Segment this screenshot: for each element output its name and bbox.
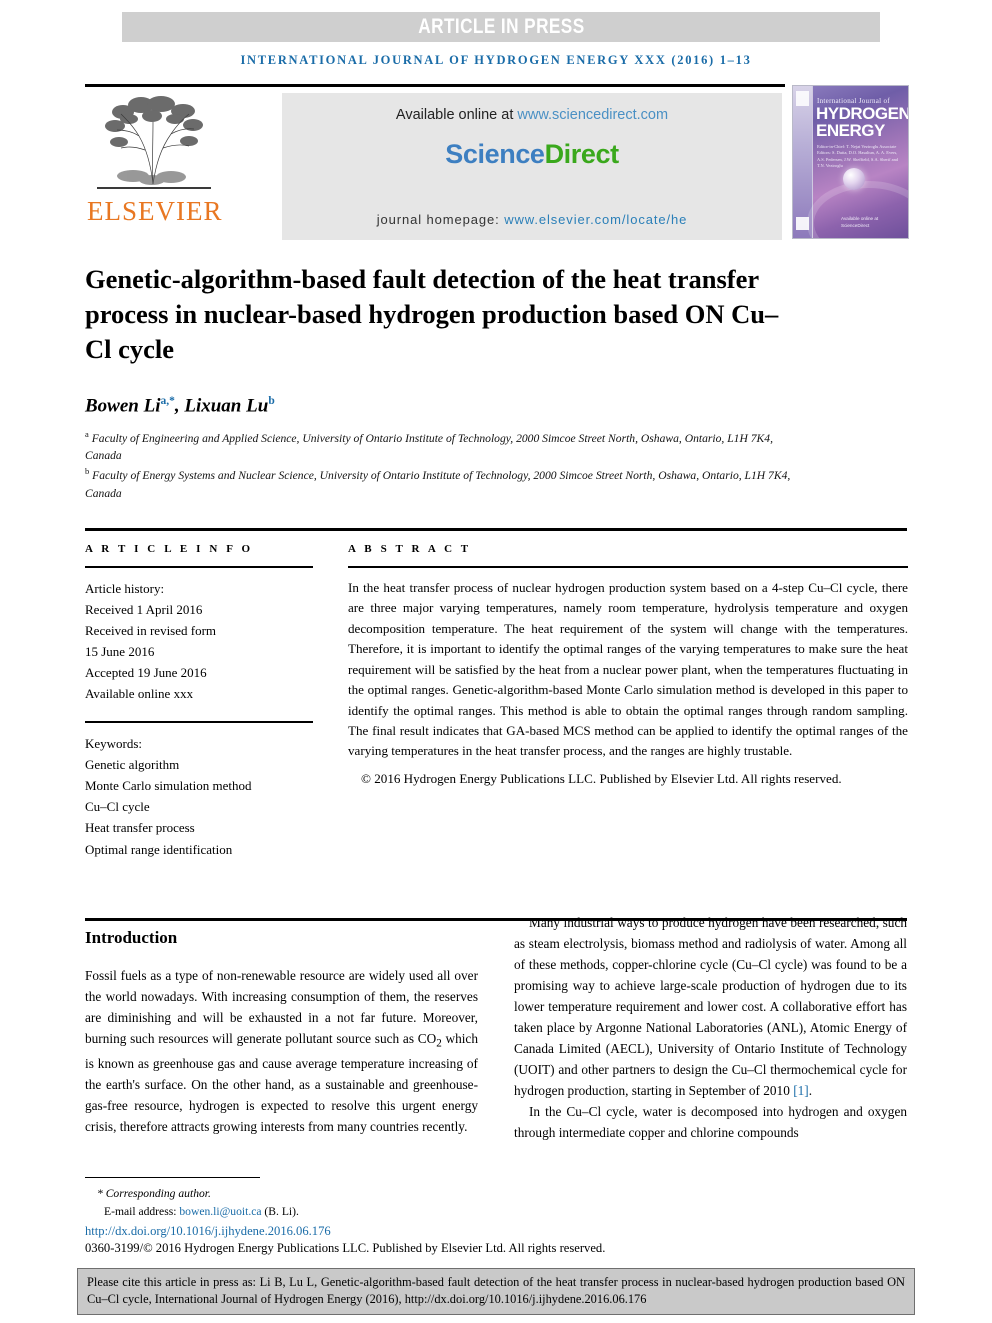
cover-elsevier-icon	[796, 91, 809, 106]
article-info-heading: A R T I C L E I N F O	[85, 543, 254, 555]
article-history-item: Available online xxx	[85, 686, 194, 702]
author-name-1: Bowen Li	[85, 395, 161, 417]
elsevier-logo: ELSEVIER	[85, 92, 222, 240]
journal-homepage-label: journal homepage:	[376, 212, 500, 227]
section-heading-introduction: Introduction	[85, 928, 178, 947]
email-link[interactable]: bowen.li@uoit.ca	[179, 1205, 261, 1218]
abstract-section: A B S T R A C T In the heat transfer pro…	[348, 543, 908, 789]
sciencedirect-logo-science: Science	[445, 139, 545, 169]
article-history-block: Article history: Received 1 April 2016 R…	[85, 578, 313, 704]
keyword-item: Cu–Cl cycle	[85, 799, 150, 815]
page-title: Genetic-algorithm-based fault detection …	[85, 264, 779, 365]
affiliation-mark-b: b	[85, 466, 90, 477]
keyword-item: Genetic algorithm	[85, 757, 180, 773]
doi-link[interactable]: http://dx.doi.org/10.1016/j.ijhydene.201…	[85, 1224, 331, 1239]
affiliations: a Faculty of Engineering and Applied Sci…	[85, 428, 805, 502]
masthead-rule	[85, 84, 785, 87]
footnote-block: * Corresponding author. E-mail address: …	[85, 1185, 505, 1222]
article-history-item: Received 1 April 2016	[85, 602, 203, 618]
cover-title-energy: ENERGY	[816, 121, 885, 140]
keywords-label: Keywords:	[85, 736, 143, 752]
available-online-line: Available online at www.sciencedirect.co…	[282, 107, 782, 123]
abstract-rule	[348, 566, 908, 568]
journal-running-head: INTERNATIONAL JOURNAL OF HYDROGEN ENERGY…	[240, 52, 752, 68]
sciencedirect-logo-direct: Direct	[544, 139, 620, 169]
sciencedirect-panel: Available online at www.sciencedirect.co…	[282, 93, 782, 240]
keyword-item: Heat transfer process	[85, 820, 195, 836]
abstract-heading: A B S T R A C T	[348, 543, 472, 555]
cover-orb-decoration	[843, 168, 865, 190]
keywords-rule	[85, 721, 313, 724]
body-column-right: Many industrial ways to produce hydrogen…	[514, 912, 907, 1143]
cover-sciencedirect-mark: Available online at ScienceDirect	[841, 216, 879, 229]
sciencedirect-url-link[interactable]: www.sciencedirect.com	[517, 107, 668, 123]
article-history-item: Received in revised form	[85, 623, 217, 639]
article-info-rule	[85, 566, 313, 568]
keyword-item: Monte Carlo simulation method	[85, 778, 252, 794]
affiliation-a: a Faculty of Engineering and Applied Sci…	[85, 428, 805, 465]
article-info-section: A R T I C L E I N F O Article history: R…	[85, 543, 313, 860]
available-online-label: Available online at	[395, 107, 514, 123]
keywords-block: Keywords: Genetic algorithm Monte Carlo …	[85, 733, 313, 859]
body-paragraph: Many industrial ways to produce hydrogen…	[514, 912, 907, 1101]
article-history-item: 15 June 2016	[85, 644, 155, 660]
body-paragraph-text: In the Cu–Cl cycle, water is decomposed …	[514, 1104, 907, 1140]
issn-copyright-line: 0360-3199/© 2016 Hydrogen Energy Publica…	[85, 1241, 606, 1255]
email-label: E-mail address:	[104, 1205, 177, 1219]
article-in-press-banner: ARTICLE IN PRESS	[122, 12, 880, 42]
article-in-press-label: ARTICLE IN PRESS	[417, 15, 585, 38]
paper-page: ARTICLE IN PRESS INTERNATIONAL JOURNAL O…	[0, 0, 992, 1323]
journal-cover-image: International Journal of HYDROGEN ENERGY…	[792, 85, 909, 239]
keyword-item: Optimal range identification	[85, 841, 233, 857]
cover-editors: Editor-in-Chief: T. Nejat Veziroglu Asso…	[817, 144, 898, 169]
body-paragraph-text: Fossil fuels as a type of non-renewable …	[85, 968, 478, 1135]
body-paragraph: Fossil fuels as a type of non-renewable …	[85, 965, 478, 1137]
author-marks-2: b	[268, 395, 275, 407]
masthead: ELSEVIER Available online at www.science…	[85, 84, 909, 240]
citation-notice-box: Please cite this article in press as: Li…	[77, 1268, 915, 1315]
abstract-copyright: © 2016 Hydrogen Energy Publications LLC.…	[361, 770, 842, 786]
info-section-top-rule	[85, 528, 907, 531]
body-paragraph-tail: .	[808, 1083, 813, 1098]
affiliation-text-a: Faculty of Engineering and Applied Scien…	[85, 431, 773, 463]
affiliation-b: b Faculty of Energy Systems and Nuclear …	[85, 465, 805, 502]
affiliation-text-b: Faculty of Energy Systems and Nuclear Sc…	[85, 468, 791, 500]
citation-notice-text: Please cite this article in press as: Li…	[87, 1275, 905, 1306]
sciencedirect-logo: ScienceDirect	[282, 139, 782, 170]
author-marks-1: a,*	[160, 395, 175, 407]
elsevier-wordmark: ELSEVIER	[87, 196, 223, 226]
article-history-label: Article history:	[85, 581, 165, 596]
body-paragraph-text: Many industrial ways to produce hydrogen…	[514, 915, 907, 1098]
author-name-2: Lixuan Lu	[184, 395, 269, 417]
body-column-left: Introduction Fossil fuels as a type of n…	[85, 928, 478, 1137]
email-line: E-mail address: bowen.li@uoit.ca (B. Li)…	[85, 1203, 505, 1221]
corresponding-author-note: * Corresponding author.	[97, 1187, 211, 1200]
footnote-rule	[85, 1177, 260, 1178]
author-list: Bowen Lia,*, Lixuan Lub	[85, 395, 275, 417]
cover-arc-decoration	[807, 181, 908, 238]
elsevier-tree-icon	[93, 92, 215, 196]
citation-reference-1[interactable]: [1]	[793, 1083, 809, 1098]
body-paragraph: In the Cu–Cl cycle, water is decomposed …	[514, 1101, 907, 1143]
journal-homepage-link[interactable]: www.elsevier.com/locate/he	[504, 212, 687, 227]
email-suffix: (B. Li).	[264, 1205, 299, 1219]
abstract-text: In the heat transfer process of nuclear …	[348, 580, 908, 759]
journal-homepage-line: journal homepage: www.elsevier.com/locat…	[282, 212, 782, 227]
article-history-item: Accepted 19 June 2016	[85, 665, 207, 681]
affiliation-mark-a: a	[85, 429, 89, 439]
